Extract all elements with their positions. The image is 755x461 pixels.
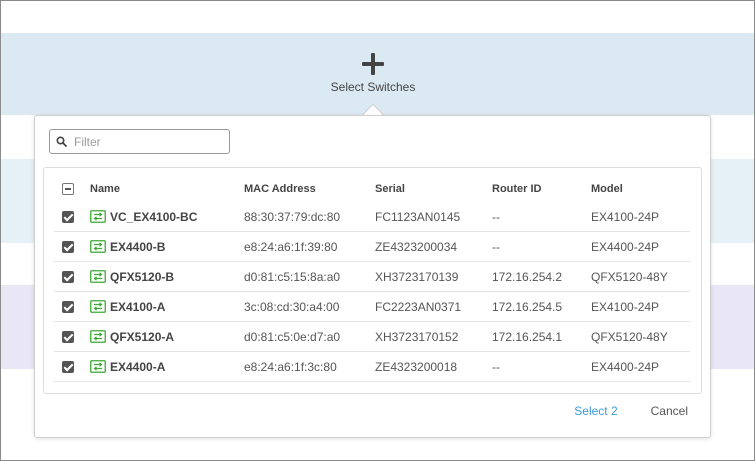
switch-name: EX4400-B [110, 239, 166, 254]
select-switches-label[interactable]: Select Switches [323, 80, 423, 94]
serial-number: XH3723170139 [375, 269, 459, 284]
mac-address: e8:24:a6:1f:3c:80 [244, 359, 337, 374]
table-row[interactable]: QFX5120-B d0:81:c5:15:8a:a0 XH3723170139 17… [54, 262, 690, 292]
model: EX4400-24P [591, 359, 660, 374]
table-row[interactable]: VC_EX4100-BC 88:30:37:79:dc:80 FC1123AN014… [54, 202, 690, 232]
switch-name-cell: QFX5120-B [90, 270, 174, 284]
switch-name-cell: EX4400-B [90, 240, 165, 254]
serial-number: FC1123AN0145 [375, 209, 461, 224]
switch-name: EX4400-A [110, 359, 166, 374]
switch-name: VC_EX4100-BC [110, 209, 198, 224]
column-header-name[interactable]: Name [90, 183, 120, 195]
table-row[interactable]: EX4400-A e8:24:a6:1f:3c:80 ZE4323200018 -- E… [54, 352, 690, 382]
model: QFX5120-48Y [591, 269, 668, 284]
router-id: -- [492, 359, 500, 374]
model: EX4100-24P [591, 299, 660, 314]
switch-icon [90, 300, 106, 313]
indeterminate-checkbox-icon[interactable] [62, 183, 74, 195]
checkbox-checked-icon[interactable] [62, 330, 74, 343]
column-header-router-id[interactable]: Router ID [492, 183, 542, 195]
cancel-button[interactable]: Cancel [651, 404, 688, 418]
router-id: 172.16.254.2 [492, 269, 563, 284]
switch-name: EX4100-A [110, 299, 166, 314]
checkbox-checked-icon[interactable] [62, 270, 74, 283]
checkbox-checked-icon[interactable] [62, 240, 74, 253]
serial-number: ZE4323200018 [375, 359, 458, 374]
row-checkbox[interactable] [62, 240, 74, 253]
table-row[interactable]: EX4400-B e8:24:a6:1f:39:80 ZE4323200034 -- E… [54, 232, 690, 262]
router-id: 172.16.254.1 [492, 329, 563, 344]
search-icon [56, 136, 67, 147]
mac-address: 3c:08:cd:30:a4:00 [244, 299, 340, 314]
switch-name: QFX5120-A [110, 329, 175, 344]
switch-icon [90, 360, 106, 373]
checkbox-checked-icon[interactable] [62, 300, 74, 313]
switch-icon [90, 270, 106, 283]
row-checkbox[interactable] [62, 210, 74, 223]
select-all-checkbox[interactable] [62, 183, 74, 195]
row-checkbox[interactable] [62, 270, 74, 283]
popover-actions: Select 2 Cancel [574, 404, 688, 418]
table-header-row: Name MAC Address Serial Router ID Model [54, 174, 690, 204]
router-id: 172.16.254.5 [492, 299, 563, 314]
model: EX4400-24P [591, 239, 660, 254]
checkbox-checked-icon[interactable] [62, 360, 74, 373]
mac-address: d0:81:c5:15:8a:a0 [244, 269, 341, 284]
select-button[interactable]: Select 2 [574, 404, 617, 418]
serial-number: XH3723170152 [375, 329, 459, 344]
switch-picker-popover: Name MAC Address Serial Router ID Model … [34, 115, 711, 438]
plus-icon[interactable] [362, 53, 384, 75]
switch-name-cell: EX4100-A [90, 300, 165, 314]
model: QFX5120-48Y [591, 329, 668, 344]
table-row[interactable]: EX4100-A 3c:08:cd:30:a4:00 FC2223AN0371 172… [54, 292, 690, 322]
column-header-mac[interactable]: MAC Address [244, 183, 316, 195]
column-header-model[interactable]: Model [591, 183, 623, 195]
filter-input[interactable] [74, 134, 224, 149]
switch-icon [90, 240, 106, 253]
filter-field[interactable] [49, 129, 230, 154]
app-frame: Select Switches Name MAC Address Serial … [0, 0, 755, 461]
row-checkbox[interactable] [62, 300, 74, 313]
serial-number: FC2223AN0371 [375, 299, 462, 314]
mac-address: d0:81:c5:0e:d7:a0 [244, 329, 341, 344]
model: EX4100-24P [591, 209, 660, 224]
row-checkbox[interactable] [62, 360, 74, 373]
switch-icon [90, 210, 106, 223]
router-id: -- [492, 209, 500, 224]
switch-name-cell: QFX5120-A [90, 330, 174, 344]
router-id: -- [492, 239, 500, 254]
column-header-serial[interactable]: Serial [375, 183, 405, 195]
select-switches-button[interactable]: Select Switches [323, 53, 423, 94]
mac-address: 88:30:37:79:dc:80 [244, 209, 341, 224]
switch-name-cell: VC_EX4100-BC [90, 210, 197, 224]
checkbox-checked-icon[interactable] [62, 210, 74, 223]
mac-address: e8:24:a6:1f:39:80 [244, 239, 338, 254]
switch-name-cell: EX4400-A [90, 360, 165, 374]
table-row[interactable]: QFX5120-A d0:81:c5:0e:d7:a0 XH3723170152 17… [54, 322, 690, 352]
serial-number: ZE4323200034 [375, 239, 458, 254]
switch-table: Name MAC Address Serial Router ID Model … [43, 167, 702, 394]
switch-icon [90, 330, 106, 343]
row-checkbox[interactable] [62, 330, 74, 343]
switch-name: QFX5120-B [110, 269, 175, 284]
